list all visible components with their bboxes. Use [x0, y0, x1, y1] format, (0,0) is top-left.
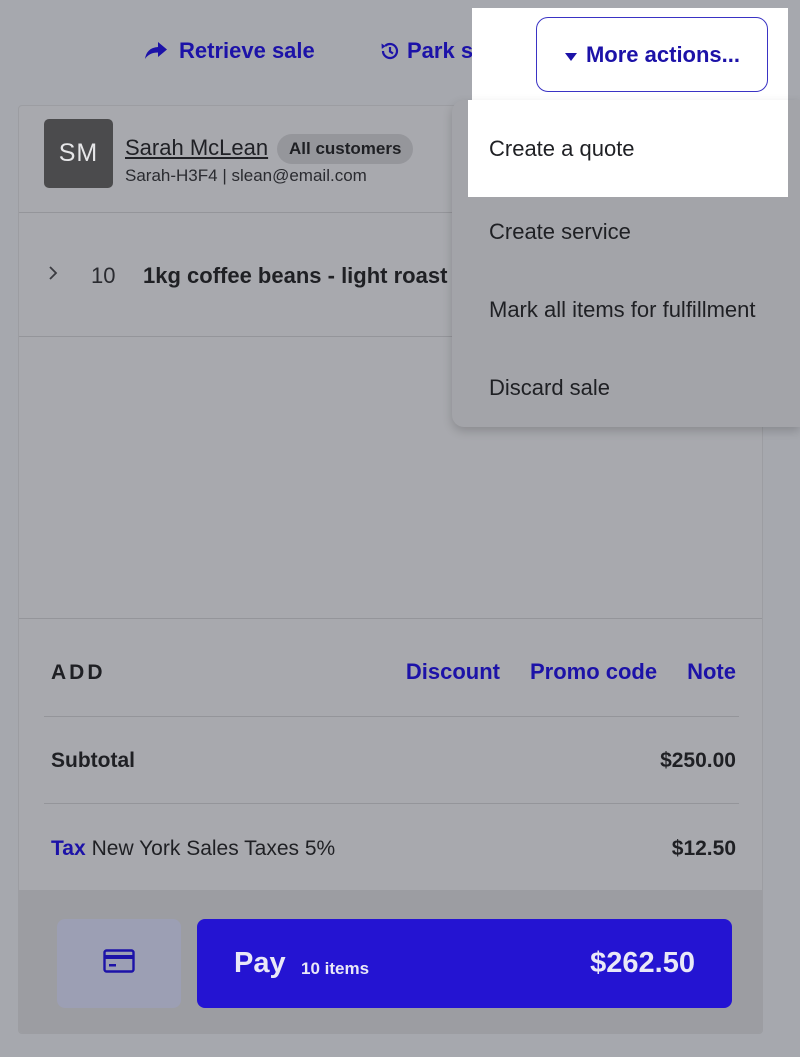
customer-group-badge: All customers [277, 134, 414, 164]
payment-footer: Pay 10 items $262.50 [19, 890, 762, 1033]
tax-link[interactable]: Tax [51, 837, 86, 860]
tax-name: New York Sales Taxes 5% [91, 837, 336, 860]
subtotal-value: $250.00 [660, 749, 736, 772]
menu-item-mark-fulfillment[interactable]: Mark all items for fulfillment [452, 271, 800, 349]
tax-value: $12.50 [671, 837, 736, 860]
line-item-quantity: 10 [91, 263, 116, 288]
menu-item-create-service[interactable]: Create service [452, 193, 800, 271]
divider [44, 803, 739, 804]
tax-row: Tax New York Sales Taxes 5% [51, 837, 335, 861]
history-icon [379, 40, 401, 62]
line-item-name[interactable]: 1kg coffee beans - light roast [143, 263, 447, 289]
note-link[interactable]: Note [687, 659, 736, 685]
more-actions-menu: Create a quote Create service Mark all i… [452, 100, 800, 427]
action-bar: Retrieve sale Park sale More actions... [0, 0, 800, 105]
chevron-right-icon[interactable] [48, 264, 58, 287]
subtotal-label: Subtotal [51, 749, 135, 772]
more-actions-button[interactable]: More actions... [536, 17, 768, 92]
divider [44, 716, 739, 717]
menu-item-discard-sale[interactable]: Discard sale [452, 349, 800, 427]
retrieve-sale-label: Retrieve sale [179, 38, 315, 63]
add-heading: ADD [51, 661, 106, 684]
totals-section: ADD Discount Promo code Note Subtotal $2… [19, 618, 762, 890]
pay-button[interactable]: Pay 10 items $262.50 [197, 919, 732, 1008]
menu-item-create-quote[interactable]: Create a quote [468, 100, 788, 197]
more-actions-label: More actions... [585, 41, 741, 67]
pay-item-count: 10 items [301, 959, 370, 978]
discount-link[interactable]: Discount [406, 659, 500, 685]
retrieve-sale-button[interactable]: Retrieve sale [143, 38, 315, 64]
credit-card-icon [103, 949, 135, 978]
pay-total: $262.50 [590, 947, 695, 979]
promo-code-link[interactable]: Promo code [530, 659, 657, 685]
customer-details: Sarah-H3F4 | slean@email.com [125, 166, 367, 185]
share-forward-icon [143, 40, 169, 62]
pay-label: Pay [234, 947, 286, 979]
caret-down-icon [564, 42, 578, 68]
add-links: Discount Promo code Note [406, 659, 736, 685]
customer-name-link[interactable]: Sarah McLean [125, 135, 268, 161]
card-payment-button[interactable] [57, 919, 181, 1008]
more-actions-highlight: More actions... [472, 8, 788, 104]
avatar: SM [44, 119, 113, 188]
